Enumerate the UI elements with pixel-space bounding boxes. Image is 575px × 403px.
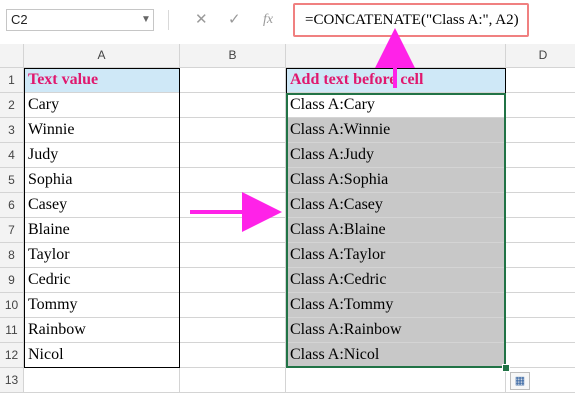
cell-b6[interactable] xyxy=(180,193,286,218)
cell-a11[interactable]: Rainbow xyxy=(24,318,180,343)
formula-input[interactable]: =CONCATENATE("Class A:", A2) xyxy=(293,3,529,37)
row-header-13[interactable]: 13 xyxy=(0,368,24,393)
cell-b8[interactable] xyxy=(180,243,286,268)
formula-bar: C2 ▼ ✕ ✓ fx =CONCATENATE("Class A:", A2) xyxy=(0,0,575,45)
cell-a7[interactable]: Blaine xyxy=(24,218,180,243)
paste-options-icon[interactable]: ▦ xyxy=(510,372,530,390)
insert-function-icon[interactable]: fx xyxy=(263,11,273,29)
enter-icon[interactable]: ✓ xyxy=(228,11,241,29)
cell-c6[interactable]: Class A:Casey xyxy=(286,193,506,218)
cell-a3[interactable]: Winnie xyxy=(24,118,180,143)
chevron-down-icon[interactable]: ▼ xyxy=(138,9,154,31)
cell-c8[interactable]: Class A:Taylor xyxy=(286,243,506,268)
cell-c7[interactable]: Class A:Blaine xyxy=(286,218,506,243)
cell-c12[interactable]: Class A:Nicol xyxy=(286,343,506,368)
cell-c2[interactable]: Class A:Cary xyxy=(286,93,506,118)
cell-c11[interactable]: Class A:Rainbow xyxy=(286,318,506,343)
cell-d12[interactable] xyxy=(506,343,575,368)
formula-text: =CONCATENATE("Class A:", A2) xyxy=(305,12,519,28)
cell-a2[interactable]: Cary xyxy=(24,93,180,118)
cell-b11[interactable] xyxy=(180,318,286,343)
row-header-3[interactable]: 3 xyxy=(0,118,24,143)
row-header-7[interactable]: 7 xyxy=(0,218,24,243)
row-header-8[interactable]: 8 xyxy=(0,243,24,268)
row-header-9[interactable]: 9 xyxy=(0,268,24,293)
cell-d5[interactable] xyxy=(506,168,575,193)
cancel-icon[interactable]: ✕ xyxy=(195,11,208,29)
column-header-b[interactable]: B xyxy=(180,44,286,68)
cell-d10[interactable] xyxy=(506,293,575,318)
row-header-12[interactable]: 12 xyxy=(0,343,24,368)
cell-b10[interactable] xyxy=(180,293,286,318)
row-header-10[interactable]: 10 xyxy=(0,293,24,318)
cell-a6[interactable]: Casey xyxy=(24,193,180,218)
cell-d11[interactable] xyxy=(506,318,575,343)
row-header-5[interactable]: 5 xyxy=(0,168,24,193)
cell-b3[interactable] xyxy=(180,118,286,143)
row-header-4[interactable]: 4 xyxy=(0,143,24,168)
cell-b13[interactable] xyxy=(180,368,286,393)
cell-b4[interactable] xyxy=(180,143,286,168)
cell-c4[interactable]: Class A:Judy xyxy=(286,143,506,168)
row-header-1[interactable]: 1 xyxy=(0,68,24,93)
cell-d4[interactable] xyxy=(506,143,575,168)
cell-a9[interactable]: Cedric xyxy=(24,268,180,293)
cell-a10[interactable]: Tommy xyxy=(24,293,180,318)
cell-d7[interactable] xyxy=(506,218,575,243)
cell-b5[interactable] xyxy=(180,168,286,193)
select-all-corner[interactable] xyxy=(0,44,24,68)
cell-b7[interactable] xyxy=(180,218,286,243)
cell-a12[interactable]: Nicol xyxy=(24,343,180,368)
cell-c13[interactable] xyxy=(286,368,506,393)
column-header-c[interactable]: C xyxy=(286,44,506,68)
row-header-6[interactable]: 6 xyxy=(0,193,24,218)
cell-a4[interactable]: Judy xyxy=(24,143,180,168)
cell-d2[interactable] xyxy=(506,93,575,118)
cell-a1[interactable]: Text value xyxy=(24,68,180,93)
fill-handle[interactable] xyxy=(502,364,510,372)
cell-c9[interactable]: Class A:Cedric xyxy=(286,268,506,293)
cell-c10[interactable]: Class A:Tommy xyxy=(286,293,506,318)
cell-a5[interactable]: Sophia xyxy=(24,168,180,193)
cell-d3[interactable] xyxy=(506,118,575,143)
cell-b1[interactable] xyxy=(180,68,286,93)
row-header-11[interactable]: 11 xyxy=(0,318,24,343)
name-box[interactable]: C2 xyxy=(6,9,154,31)
row-header-2[interactable]: 2 xyxy=(0,93,24,118)
separator xyxy=(168,10,169,30)
cell-d6[interactable] xyxy=(506,193,575,218)
cell-c1[interactable]: Add text before cell xyxy=(286,68,506,93)
cell-c5[interactable]: Class A:Sophia xyxy=(286,168,506,193)
cell-d1[interactable] xyxy=(506,68,575,93)
cell-a13[interactable] xyxy=(24,368,180,393)
cell-d8[interactable] xyxy=(506,243,575,268)
cell-d9[interactable] xyxy=(506,268,575,293)
cell-a8[interactable]: Taylor xyxy=(24,243,180,268)
cell-b2[interactable] xyxy=(180,93,286,118)
cell-b9[interactable] xyxy=(180,268,286,293)
column-header-d[interactable]: D xyxy=(506,44,575,68)
cell-b12[interactable] xyxy=(180,343,286,368)
cell-c3[interactable]: Class A:Winnie xyxy=(286,118,506,143)
column-header-a[interactable]: A xyxy=(24,44,180,68)
